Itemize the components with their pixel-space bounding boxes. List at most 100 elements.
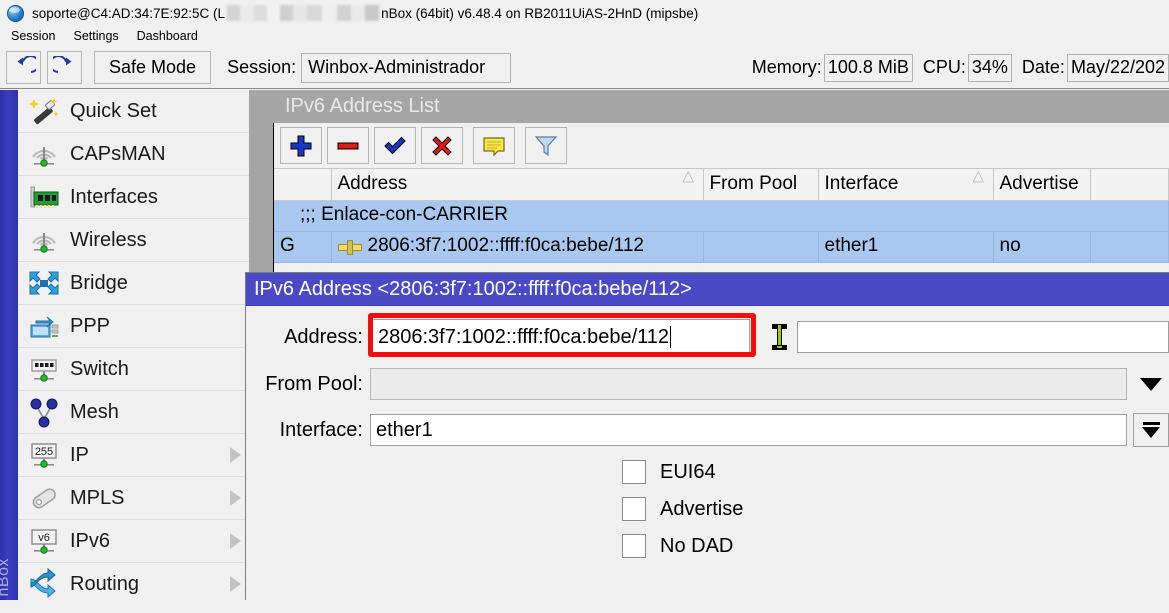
- interface-dropdown-button[interactable]: [1133, 413, 1169, 447]
- chevron-down-icon: [1140, 378, 1162, 391]
- column-header-advertise[interactable]: Advertise: [993, 169, 1090, 201]
- disable-button[interactable]: [421, 127, 463, 164]
- sort-ascending-icon: [974, 179, 986, 190]
- from-pool-dropdown-button[interactable]: [1133, 368, 1169, 400]
- window-title-bar: soporte@C4:AD:34:7E:92:5C (L nBox (64bit…: [0, 0, 1169, 26]
- chevron-right-icon: [230, 490, 241, 506]
- main-toolbar: Safe Mode Session: Winbox-Administrador …: [0, 47, 1169, 89]
- ip-255-icon: 255: [24, 438, 64, 472]
- sidebar-item-wireless[interactable]: Wireless: [18, 219, 249, 262]
- filter-button[interactable]: [525, 127, 567, 164]
- sidebar-item-label: IPv6: [70, 530, 110, 553]
- check-icon: [382, 133, 408, 159]
- add-button[interactable]: [280, 127, 322, 164]
- sidebar-item-ip[interactable]: 255 IP: [18, 434, 249, 477]
- minus-icon: [335, 133, 361, 159]
- ipv6-address-dialog: IPv6 Address <2806:3f7:1002::ffff:f0ca:b…: [245, 272, 1169, 600]
- no-dad-label: No DAD: [660, 535, 733, 558]
- magic-wand-icon: [24, 94, 64, 128]
- antenna-icon: [24, 223, 64, 257]
- routing-arrows-icon: [24, 567, 64, 600]
- ipv6-address-table: Address From Pool Interface Advertise ;;…: [274, 168, 1169, 263]
- column-header-from-pool[interactable]: From Pool: [703, 169, 818, 201]
- address-row-filler: [797, 321, 1169, 353]
- sidebar-item-switch[interactable]: Switch: [18, 348, 249, 391]
- sidebar-item-label: Wireless: [70, 229, 147, 252]
- table-comment-row[interactable]: ;;; Enlace-con-CARRIER: [274, 201, 1169, 232]
- redo-icon: [53, 56, 77, 80]
- session-value[interactable]: Winbox-Administrador: [301, 53, 511, 83]
- sidebar-item-mpls[interactable]: MPLS: [18, 477, 249, 520]
- window-left-gutter: [249, 90, 273, 272]
- note-icon: [481, 133, 507, 159]
- sidebar-item-interfaces[interactable]: Interfaces: [18, 176, 249, 219]
- column-header-interface-label: Interface: [825, 173, 899, 194]
- chevron-right-icon: [230, 576, 241, 592]
- safe-mode-button[interactable]: Safe Mode: [94, 51, 211, 84]
- sidebar-item-label: PPP: [70, 315, 110, 338]
- menu-item-session[interactable]: Session: [2, 27, 64, 45]
- side-strip-label: nBox: [0, 558, 13, 596]
- eui64-row: EUI64: [246, 460, 1169, 484]
- column-header-address[interactable]: Address: [331, 169, 703, 201]
- undo-button[interactable]: [6, 51, 41, 84]
- address-input[interactable]: 2806:3f7:1002::ffff:f0ca:bebe/112: [370, 319, 750, 355]
- plus-icon: [288, 133, 314, 159]
- sidebar-item-label: MPLS: [70, 487, 124, 510]
- sidebar-menu: Quick Set CAPsMAN: [18, 90, 249, 600]
- remove-button[interactable]: [327, 127, 369, 164]
- comment-button[interactable]: [473, 127, 515, 164]
- enable-button[interactable]: [374, 127, 416, 164]
- from-pool-label: From Pool:: [246, 373, 363, 396]
- from-pool-input[interactable]: [370, 368, 1127, 400]
- column-header-address-label: Address: [338, 173, 408, 194]
- sidebar-item-label: Mesh: [70, 401, 119, 424]
- ipv6-address-list-title: IPv6 Address List: [273, 90, 1169, 123]
- interface-row: Interface: ether1: [246, 413, 1169, 447]
- sidebar-item-mesh[interactable]: Mesh: [18, 391, 249, 434]
- cpu-value: 34%: [968, 54, 1012, 82]
- dialog-title-bar: IPv6 Address <2806:3f7:1002::ffff:f0ca:b…: [246, 273, 1169, 306]
- cell-extra: [1090, 232, 1169, 263]
- chevron-right-icon: [230, 447, 241, 463]
- sidebar-item-bridge[interactable]: Bridge: [18, 262, 249, 305]
- sort-ascending-icon: [684, 179, 696, 190]
- cell-flags: G: [274, 232, 331, 263]
- cell-interface: ether1: [818, 232, 993, 263]
- cell-address: 2806:3f7:1002::ffff:f0ca:bebe/112: [331, 232, 703, 263]
- menu-bar: Session Settings Dashboard: [0, 26, 1169, 46]
- sidebar-item-routing[interactable]: Routing: [18, 563, 249, 600]
- advertise-row: Advertise: [246, 497, 1169, 521]
- sidebar-item-capsman[interactable]: CAPsMAN: [18, 133, 249, 176]
- address-input-wrapper: 2806:3f7:1002::ffff:f0ca:bebe/112: [370, 319, 1169, 355]
- sidebar-item-ppp[interactable]: PPP: [18, 305, 249, 348]
- winbox-logo-icon: [7, 5, 24, 22]
- table-row[interactable]: G 2806:3f7:1002::ffff:f0ca:bebe/112 ethe…: [274, 232, 1169, 263]
- column-header-extra[interactable]: [1090, 169, 1169, 201]
- advertise-checkbox[interactable]: [622, 497, 646, 521]
- row-comment: ;;; Enlace-con-CARRIER: [274, 201, 1169, 232]
- sidebar-item-quick-set[interactable]: Quick Set: [18, 90, 249, 133]
- sidebar-item-label: CAPsMAN: [70, 143, 166, 166]
- column-header-flags[interactable]: [274, 169, 331, 201]
- advertise-label: Advertise: [660, 498, 743, 521]
- interface-input[interactable]: ether1: [370, 414, 1127, 446]
- column-header-interface[interactable]: Interface: [818, 169, 993, 201]
- cell-advertise: no: [993, 232, 1090, 263]
- cpu-label: CPU:: [923, 57, 966, 78]
- cell-address-text: 2806:3f7:1002::ffff:f0ca:bebe/112: [368, 235, 644, 256]
- redo-button[interactable]: [47, 51, 82, 84]
- sidebar-item-label: Quick Set: [70, 100, 157, 123]
- ppp-icon: [24, 309, 64, 343]
- menu-item-dashboard[interactable]: Dashboard: [128, 27, 207, 45]
- date-label: Date:: [1022, 57, 1065, 78]
- date-value: May/22/202: [1067, 54, 1169, 82]
- menu-item-settings[interactable]: Settings: [64, 27, 127, 45]
- eui64-checkbox[interactable]: [622, 460, 646, 484]
- funnel-icon: [533, 133, 559, 159]
- chevron-down-icon: [1142, 427, 1160, 438]
- winbox-side-strip: nBox: [0, 90, 18, 600]
- no-dad-checkbox[interactable]: [622, 534, 646, 558]
- svg-text:255: 255: [35, 446, 53, 458]
- sidebar-item-ipv6[interactable]: v6 IPv6: [18, 520, 249, 563]
